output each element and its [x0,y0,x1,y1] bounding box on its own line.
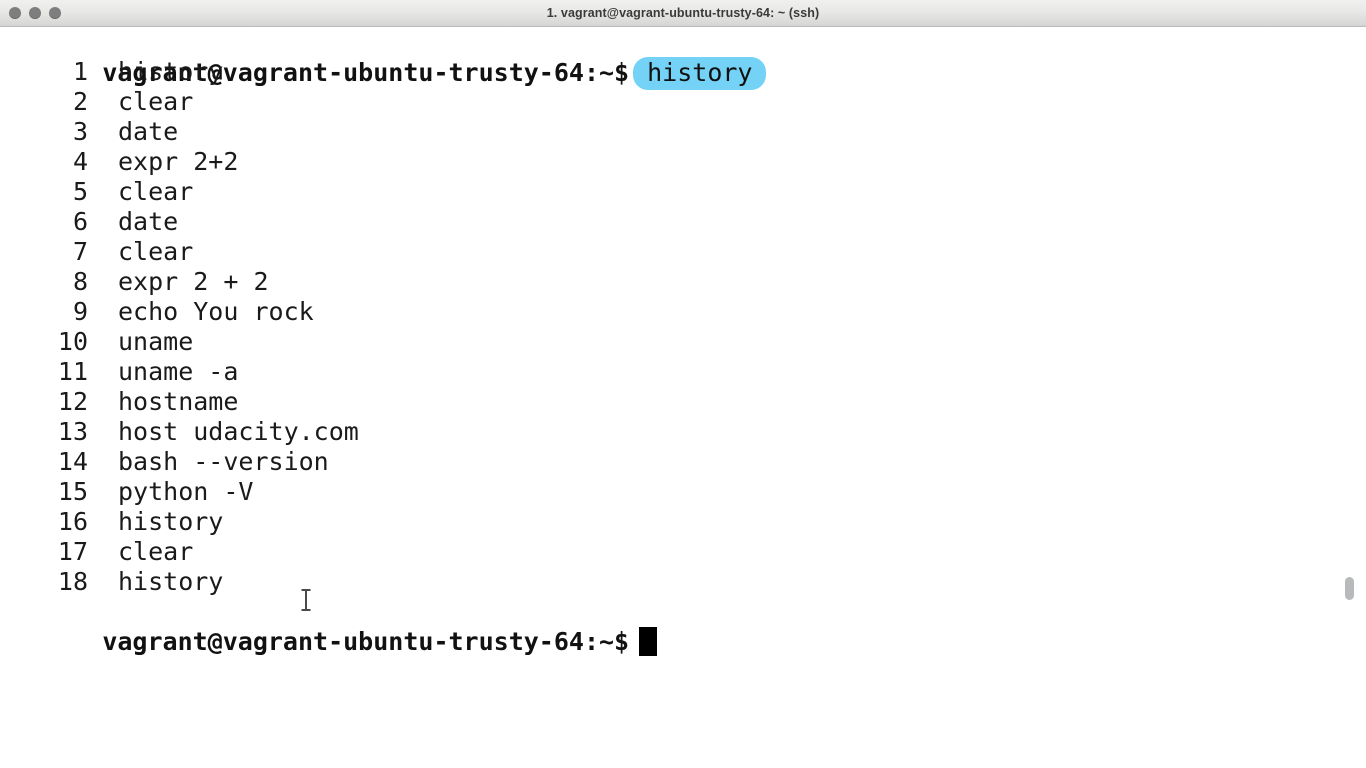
history-row: 11 uname -a [0,357,1366,387]
command-prompt-line: vagrant@vagrant-ubuntu-trusty-64:~$ histo… [0,27,1366,90]
history-index: 18 [57,567,88,596]
history-row: 12 hostname [0,387,1366,417]
history-row: 6 date [0,207,1366,237]
history-index: 3 [72,117,88,146]
history-row: 1 history [0,57,1366,87]
history-command: date [118,207,179,236]
history-command: history [118,57,224,86]
history-row: 4 expr 2+2 [0,147,1366,177]
history-index: 2 [72,87,88,116]
shell-prompt-final: vagrant@vagrant-ubuntu-trusty-64:~$ [102,627,630,656]
history-command: clear [118,87,194,116]
history-row: 16 history [0,507,1366,537]
history-command: history [118,567,224,596]
history-index: 7 [72,237,88,266]
history-index: 4 [72,147,88,176]
history-command: host udacity.com [118,417,359,446]
window-titlebar: 1. vagrant@vagrant-ubuntu-trusty-64: ~ (… [0,0,1366,27]
history-command: python -V [118,477,254,506]
history-row: 8 expr 2 + 2 [0,267,1366,297]
history-index: 8 [72,267,88,296]
history-command: history [118,507,224,536]
history-row: 18 history [0,567,1366,597]
history-command: bash --version [118,447,329,476]
history-row: 14 bash --version [0,447,1366,477]
history-row: 15 python -V [0,477,1366,507]
history-command: clear [118,537,194,566]
history-row: 5 clear [0,177,1366,207]
history-command: hostname [118,387,239,416]
history-index: 14 [57,447,88,476]
history-list: 1 history 2 clear 3 date 4 expr 2+2 5 clear 6 date 7… [0,57,1366,597]
history-command: expr 2+2 [118,147,239,176]
history-index: 15 [57,477,88,506]
final-prompt-line: vagrant@vagrant-ubuntu-trusty-64:~$ [0,597,1366,656]
history-command: echo You rock [118,297,314,326]
terminal-window: 1. vagrant@vagrant-ubuntu-trusty-64: ~ (… [0,0,1366,768]
history-row: 10 uname [0,327,1366,357]
history-command: date [118,117,179,146]
history-index: 11 [57,357,88,386]
history-row: 17 clear [0,537,1366,567]
scrollbar-track[interactable] [1346,30,1357,730]
terminal-output-area[interactable]: vagrant@vagrant-ubuntu-trusty-64:~$ histo… [0,27,1366,768]
history-command: uname -a [118,357,239,386]
history-index: 10 [57,327,88,356]
history-command: uname [118,327,194,356]
scrollbar-thumb[interactable] [1345,577,1354,600]
history-row: 13 host udacity.com [0,417,1366,447]
history-row: 3 date [0,117,1366,147]
history-command: clear [118,177,194,206]
history-index: 13 [57,417,88,446]
history-index: 16 [57,507,88,536]
history-row: 7 clear [0,237,1366,267]
text-cursor [639,627,658,656]
history-command: clear [118,237,194,266]
history-index: 1 [72,57,88,86]
history-index: 17 [57,537,88,566]
history-command: expr 2 + 2 [118,267,269,296]
history-row: 2 clear [0,87,1366,117]
history-row: 9 echo You rock [0,297,1366,327]
history-index: 5 [72,177,88,206]
window-title: 1. vagrant@vagrant-ubuntu-trusty-64: ~ (… [546,6,820,20]
history-index: 12 [57,387,88,416]
history-index: 6 [72,207,88,236]
history-index: 9 [72,297,88,326]
